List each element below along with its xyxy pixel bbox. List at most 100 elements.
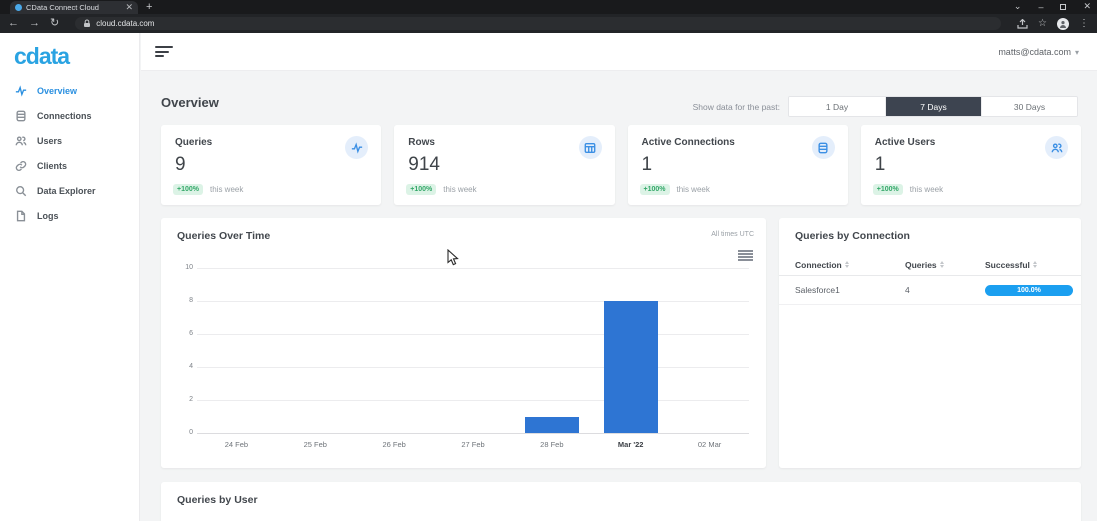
filter-1-day-button[interactable]: 1 Day bbox=[789, 97, 885, 116]
chart-export-menu-icon[interactable] bbox=[738, 250, 753, 261]
page-title: Overview bbox=[161, 95, 219, 110]
reload-icon[interactable]: ↻ bbox=[50, 18, 59, 29]
x-axis-tick: 27 Feb bbox=[461, 440, 485, 449]
sidebar-item-label: Clients bbox=[37, 160, 68, 171]
stat-value: 1 bbox=[641, 154, 653, 175]
browser-tab-strip: CData Connect Cloud ✕ + ⌄ – ✕ bbox=[0, 0, 1097, 14]
gridline bbox=[197, 433, 749, 434]
sort-icon bbox=[1032, 261, 1037, 268]
sidebar-item-label: Connections bbox=[37, 110, 92, 121]
x-axis-tick: 02 Mar bbox=[697, 440, 722, 449]
x-axis-tick: 24 Feb bbox=[224, 440, 249, 449]
x-axis-tick: Mar '22 bbox=[617, 440, 644, 449]
sidebar-item-clients[interactable]: Clients bbox=[0, 153, 139, 178]
sidebar-item-label: Overview bbox=[37, 85, 78, 96]
new-tab-button[interactable]: + bbox=[146, 1, 152, 13]
browser-menu-icon[interactable]: ⋮ bbox=[1079, 18, 1089, 29]
sidebar-item-label: Users bbox=[37, 135, 63, 146]
filter-7-days-button[interactable]: 7 Days bbox=[885, 97, 981, 116]
tab-close-icon[interactable]: ✕ bbox=[125, 3, 133, 12]
user-menu[interactable]: matts@cdata.com ▾ bbox=[998, 47, 1079, 57]
file-icon bbox=[16, 210, 26, 221]
gridline bbox=[197, 367, 749, 368]
sidebar-toggle-icon[interactable] bbox=[155, 46, 173, 58]
forward-icon[interactable]: → bbox=[29, 18, 40, 29]
queries-over-time-card: Queries Over Time All times UTC 0 2 4 6 8 10 2… bbox=[161, 218, 766, 468]
period-label: this week bbox=[909, 185, 944, 194]
stat-value: 914 bbox=[408, 154, 440, 175]
stat-value: 1 bbox=[874, 154, 886, 175]
time-filter-group: 1 Day 7 Days 30 Days bbox=[788, 96, 1078, 117]
sidebar-item-logs[interactable]: Logs bbox=[0, 203, 139, 228]
link-icon bbox=[15, 160, 27, 171]
sidebar-nav: Overview Connections Users Clients Data … bbox=[0, 78, 139, 228]
column-label: Queries bbox=[905, 259, 937, 270]
card-title: Queries by User bbox=[177, 494, 258, 506]
cdata-logo: cdata bbox=[14, 43, 70, 69]
tab-favicon-icon bbox=[15, 4, 22, 11]
stat-card-queries: Queries 9 +100% this week bbox=[161, 125, 382, 205]
sidebar-item-connections[interactable]: Connections bbox=[0, 103, 139, 128]
stat-title: Queries bbox=[175, 137, 213, 148]
database-icon bbox=[811, 136, 835, 159]
y-axis-tick: 4 bbox=[189, 363, 193, 370]
gridline bbox=[197, 301, 749, 302]
column-header-successful[interactable]: Successful bbox=[985, 260, 1081, 270]
browser-address-bar: ← → ↻ cloud.cdata.com ☆ ⋮ bbox=[0, 14, 1097, 33]
y-axis-tick: 6 bbox=[189, 330, 193, 337]
column-header-connection[interactable]: Connection bbox=[795, 260, 905, 270]
back-icon[interactable]: ← bbox=[8, 18, 19, 29]
time-filter: Show data for the past: 1 Day 7 Days 30 … bbox=[693, 96, 1078, 117]
browser-profile-avatar[interactable] bbox=[1057, 17, 1069, 30]
share-icon[interactable] bbox=[1017, 18, 1028, 29]
url-text: cloud.cdata.com bbox=[96, 19, 155, 28]
filter-30-days-button[interactable]: 30 Days bbox=[981, 97, 1077, 116]
x-axis-tick: 28 Feb bbox=[540, 440, 564, 449]
stat-value: 9 bbox=[175, 154, 186, 175]
y-axis-tick: 2 bbox=[189, 396, 193, 403]
cell-queries: 4 bbox=[905, 285, 910, 295]
window-controls: ⌄ – ✕ bbox=[1014, 0, 1091, 13]
main-content: Overview Show data for the past: 1 Day 7… bbox=[141, 71, 1097, 521]
column-label: Successful bbox=[985, 259, 1030, 270]
window-close-icon[interactable]: ✕ bbox=[1083, 1, 1091, 12]
sidebar-item-label: Logs bbox=[37, 210, 59, 221]
window-menu-icon[interactable]: ⌄ bbox=[1014, 1, 1022, 12]
gridline bbox=[197, 400, 749, 401]
change-badge: +100% bbox=[639, 184, 670, 195]
bar-mar--22 bbox=[603, 301, 658, 433]
y-axis-tick: 8 bbox=[189, 297, 193, 304]
table-row[interactable]: Salesforce1 4 100.0% bbox=[779, 276, 1081, 305]
bookmark-star-icon[interactable]: ☆ bbox=[1038, 18, 1047, 29]
column-header-queries[interactable]: Queries bbox=[905, 260, 985, 270]
successful-pill: 100.0% bbox=[985, 284, 1073, 296]
sidebar: cdata Overview Connections Users Clients… bbox=[0, 33, 140, 521]
gridline bbox=[197, 334, 749, 335]
window-minimize-icon[interactable]: – bbox=[1038, 2, 1043, 12]
activity-icon bbox=[15, 84, 27, 97]
url-field[interactable]: cloud.cdata.com bbox=[75, 17, 1002, 30]
lock-icon bbox=[84, 19, 91, 27]
x-axis-tick: 26 Feb bbox=[382, 440, 406, 449]
table-icon bbox=[578, 136, 602, 159]
cell-successful: 100.0% bbox=[985, 284, 1081, 296]
gridline bbox=[197, 268, 749, 269]
column-label: Connection bbox=[795, 259, 842, 270]
user-email: matts@cdata.com bbox=[998, 47, 1071, 57]
window-maximize-icon[interactable] bbox=[1060, 3, 1067, 10]
stat-title: Active Users bbox=[874, 137, 936, 148]
browser-tab[interactable]: CData Connect Cloud ✕ bbox=[10, 1, 138, 14]
queries-over-time-plot: 0 2 4 6 8 10 24 Feb 25 Feb 26 Feb 27 Feb 28 Feb Mar… bbox=[185, 264, 749, 449]
period-label: this week bbox=[676, 185, 710, 194]
stat-card-rows: Rows 914 +100% this week bbox=[394, 125, 615, 205]
sidebar-item-data-explorer[interactable]: Data Explorer bbox=[0, 178, 139, 203]
bar-28-feb bbox=[524, 416, 579, 433]
sidebar-item-users[interactable]: Users bbox=[0, 128, 139, 153]
table-title: Queries by Connection bbox=[795, 230, 910, 242]
sidebar-item-label: Data Explorer bbox=[37, 185, 96, 196]
sidebar-item-overview[interactable]: Overview bbox=[0, 78, 139, 103]
connections-table-body: Salesforce1 4 100.0% bbox=[779, 276, 1081, 305]
change-badge: +100% bbox=[406, 184, 437, 195]
change-badge: +100% bbox=[173, 184, 203, 195]
stat-title: Active Connections bbox=[641, 137, 735, 148]
